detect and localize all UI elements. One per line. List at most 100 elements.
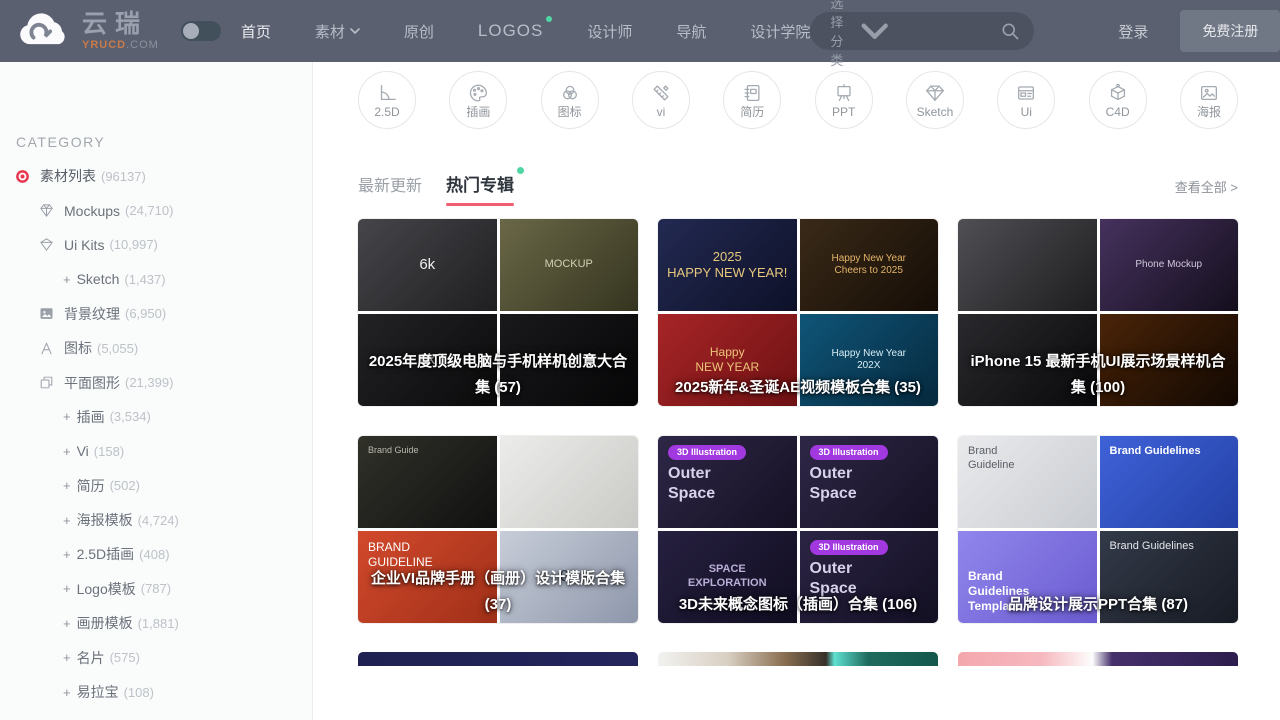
sidebar-item-label: 名片 <box>77 648 105 668</box>
quick-category-label: Sketch <box>917 106 954 118</box>
sidebar-item-简历[interactable]: +简历(502) <box>0 469 312 503</box>
nav-item-academy[interactable]: 设计学院 <box>750 21 810 42</box>
font-icon <box>38 340 55 357</box>
quick-category-插画[interactable]: 插画 <box>449 71 507 129</box>
quick-category-label: 插画 <box>466 106 490 118</box>
sidebar-item-sketch[interactable]: +Sketch(1,437) <box>0 262 312 296</box>
sidebar-item-vi[interactable]: +Vi(158) <box>0 434 312 468</box>
plus-icon: + <box>63 581 71 596</box>
item-count: (1,437) <box>124 272 165 287</box>
brand-tld: .COM <box>126 39 159 51</box>
quick-category-ui[interactable]: Ui <box>997 71 1055 129</box>
new-badge-dot <box>546 16 552 22</box>
sidebar-item-平面图形[interactable]: 平面图形(21,399) <box>0 365 312 399</box>
collection-card[interactable]: Brand GuidelineBrand GuidelinesBrand Gui… <box>958 436 1238 623</box>
search-bar[interactable]: 选择分类 <box>810 12 1034 50</box>
sidebar-item-图标[interactable]: 图标(5,055) <box>0 331 312 365</box>
nav-item-original[interactable]: 原创 <box>404 21 434 42</box>
sidebar-item-label: 素材列表 <box>40 166 96 186</box>
category-select[interactable]: 选择分类 <box>830 0 855 69</box>
quick-category-c4d[interactable]: C4D <box>1089 71 1147 129</box>
angle-icon <box>376 82 398 104</box>
collection-grid: 6kMOCKUP6k162025年度顶级电脑与手机样机创意大合集 (57)202… <box>358 219 1238 623</box>
collage-tile: MOCKUP <box>500 219 639 311</box>
sidebar-item-背景纹理[interactable]: 背景纹理(6,950) <box>0 297 312 331</box>
collage-tile: 3D IllustrationOuter Space <box>800 436 939 528</box>
collage-tile: Phone Mockup <box>1100 219 1239 311</box>
sidebar-item-插画[interactable]: +插画(3,534) <box>0 400 312 434</box>
sidebar-item-2.5d插画[interactable]: +2.5D插画(408) <box>0 537 312 571</box>
collection-card-peek[interactable] <box>658 652 938 666</box>
plus-icon: + <box>63 513 71 528</box>
chevron-down-icon <box>861 23 888 39</box>
sidebar-item-label: 易拉宝 <box>77 682 119 702</box>
quick-category-label: vi <box>657 106 666 118</box>
item-count: (158) <box>94 444 124 459</box>
sidebar-item-label: 插画 <box>77 407 105 427</box>
plus-icon: + <box>63 409 71 424</box>
theme-toggle[interactable] <box>181 21 221 41</box>
sidebar-item-logo模板[interactable]: +Logo模板(787) <box>0 572 312 606</box>
view-all-link[interactable]: 查看全部 > <box>1175 177 1238 206</box>
sidebar-item-label: 画册模板 <box>77 613 133 633</box>
collection-card[interactable]: 2025 HAPPY NEW YEAR!Happy New Year Cheer… <box>658 219 938 406</box>
sidebar-item-mockups[interactable]: Mockups(24,710) <box>0 193 312 227</box>
new-badge-dot <box>517 167 524 174</box>
collage-tile: 2025 HAPPY NEW YEAR! <box>658 219 797 311</box>
collection-card[interactable]: Phone MockupiPhone 15 最新手机UI展示场景样机合集 (10… <box>958 219 1238 406</box>
quick-category-sketch[interactable]: Sketch <box>906 71 964 129</box>
collage-tile: Brand Guidelines <box>1100 436 1239 528</box>
tile-badge: 3D Illustration <box>810 445 888 460</box>
search-icon[interactable] <box>1000 21 1020 41</box>
quick-category-label: Ui <box>1021 106 1032 118</box>
collection-title: 品牌设计展示PPT合集 (87) <box>966 592 1230 618</box>
sidebar-item-ui-kits[interactable]: Ui Kits(10,997) <box>0 228 312 262</box>
cloud-logo-icon <box>16 11 72 51</box>
tile-text: SPACE EXPLORATION <box>688 563 767 591</box>
tile-text: Brand Guideline <box>968 445 1014 473</box>
tile-text: Happy New Year 202X <box>832 348 907 373</box>
collection-card-peek[interactable] <box>958 652 1238 666</box>
quick-category-ppt[interactable]: PPT <box>815 71 873 129</box>
quick-category-label: 图标 <box>558 106 582 118</box>
collage-tile: Brand Guideline <box>958 436 1097 528</box>
register-button[interactable]: 免费注册 <box>1180 10 1280 52</box>
nav-item-material[interactable]: 素材 <box>315 21 360 42</box>
quick-category-vi[interactable]: vi <box>632 71 690 129</box>
quick-category-row: 2.5D 插画 图标 vi 简历 PPT Sketch Ui C4D 海报 <box>358 71 1238 129</box>
sidebar-item-素材列表[interactable]: 素材列表(96137) <box>0 159 312 193</box>
collection-card[interactable]: 3D IllustrationOuter Space3D Illustratio… <box>658 436 938 623</box>
collage-tile: 3D IllustrationOuter Space <box>658 436 797 528</box>
quick-category-label: PPT <box>832 106 855 118</box>
tab-latest-updates[interactable]: 最新更新 <box>358 172 422 206</box>
nav-item-designer[interactable]: 设计师 <box>587 21 632 42</box>
quick-category-图标[interactable]: 图标 <box>541 71 599 129</box>
collection-card[interactable]: Brand GuideBRAND GUIDELINE01企业VI品牌手册（画册）… <box>358 436 638 623</box>
quick-category-2.5d[interactable]: 2.5D <box>358 71 416 129</box>
item-count: (4,724) <box>138 513 179 528</box>
picture-icon <box>1198 82 1220 104</box>
login-link[interactable]: 登录 <box>1118 21 1148 42</box>
chevron-down-icon <box>350 28 360 34</box>
main-content: 2.5D 插画 图标 vi 简历 PPT Sketch Ui C4D 海报 最新更新 热门专辑 查… <box>313 0 1280 666</box>
quick-category-简历[interactable]: 简历 <box>723 71 781 129</box>
nav-item-logos[interactable]: LOGOS <box>478 21 543 41</box>
tab-hot-collections[interactable]: 热门专辑 <box>446 171 514 206</box>
nav-item-home[interactable]: 首页 <box>241 21 271 42</box>
easel-icon <box>833 82 855 104</box>
collection-card[interactable]: 6kMOCKUP6k162025年度顶级电脑与手机样机创意大合集 (57) <box>358 219 638 406</box>
collection-card-peek[interactable] <box>358 652 638 666</box>
category-heading: CATEGORY <box>0 134 312 150</box>
quick-category-海报[interactable]: 海报 <box>1180 71 1238 129</box>
quick-category-label: 简历 <box>740 106 764 118</box>
item-count: (108) <box>124 685 154 700</box>
sidebar-item-名片[interactable]: +名片(575) <box>0 640 312 674</box>
sidebar-item-画册模板[interactable]: +画册模板(1,881) <box>0 606 312 640</box>
nav-item-navigation[interactable]: 导航 <box>676 21 706 42</box>
sidebar-item-易拉宝[interactable]: +易拉宝(108) <box>0 675 312 709</box>
sidebar-item-海报模板[interactable]: +海报模板(4,724) <box>0 503 312 537</box>
site-logo[interactable]: 云瑞 YRUCD.COM <box>16 11 159 51</box>
collection-title: 2025年度顶级电脑与手机样机创意大合集 (57) <box>366 349 630 400</box>
palette-icon <box>467 82 489 104</box>
category-list: 素材列表(96137)Mockups(24,710)Ui Kits(10,997… <box>0 159 312 709</box>
